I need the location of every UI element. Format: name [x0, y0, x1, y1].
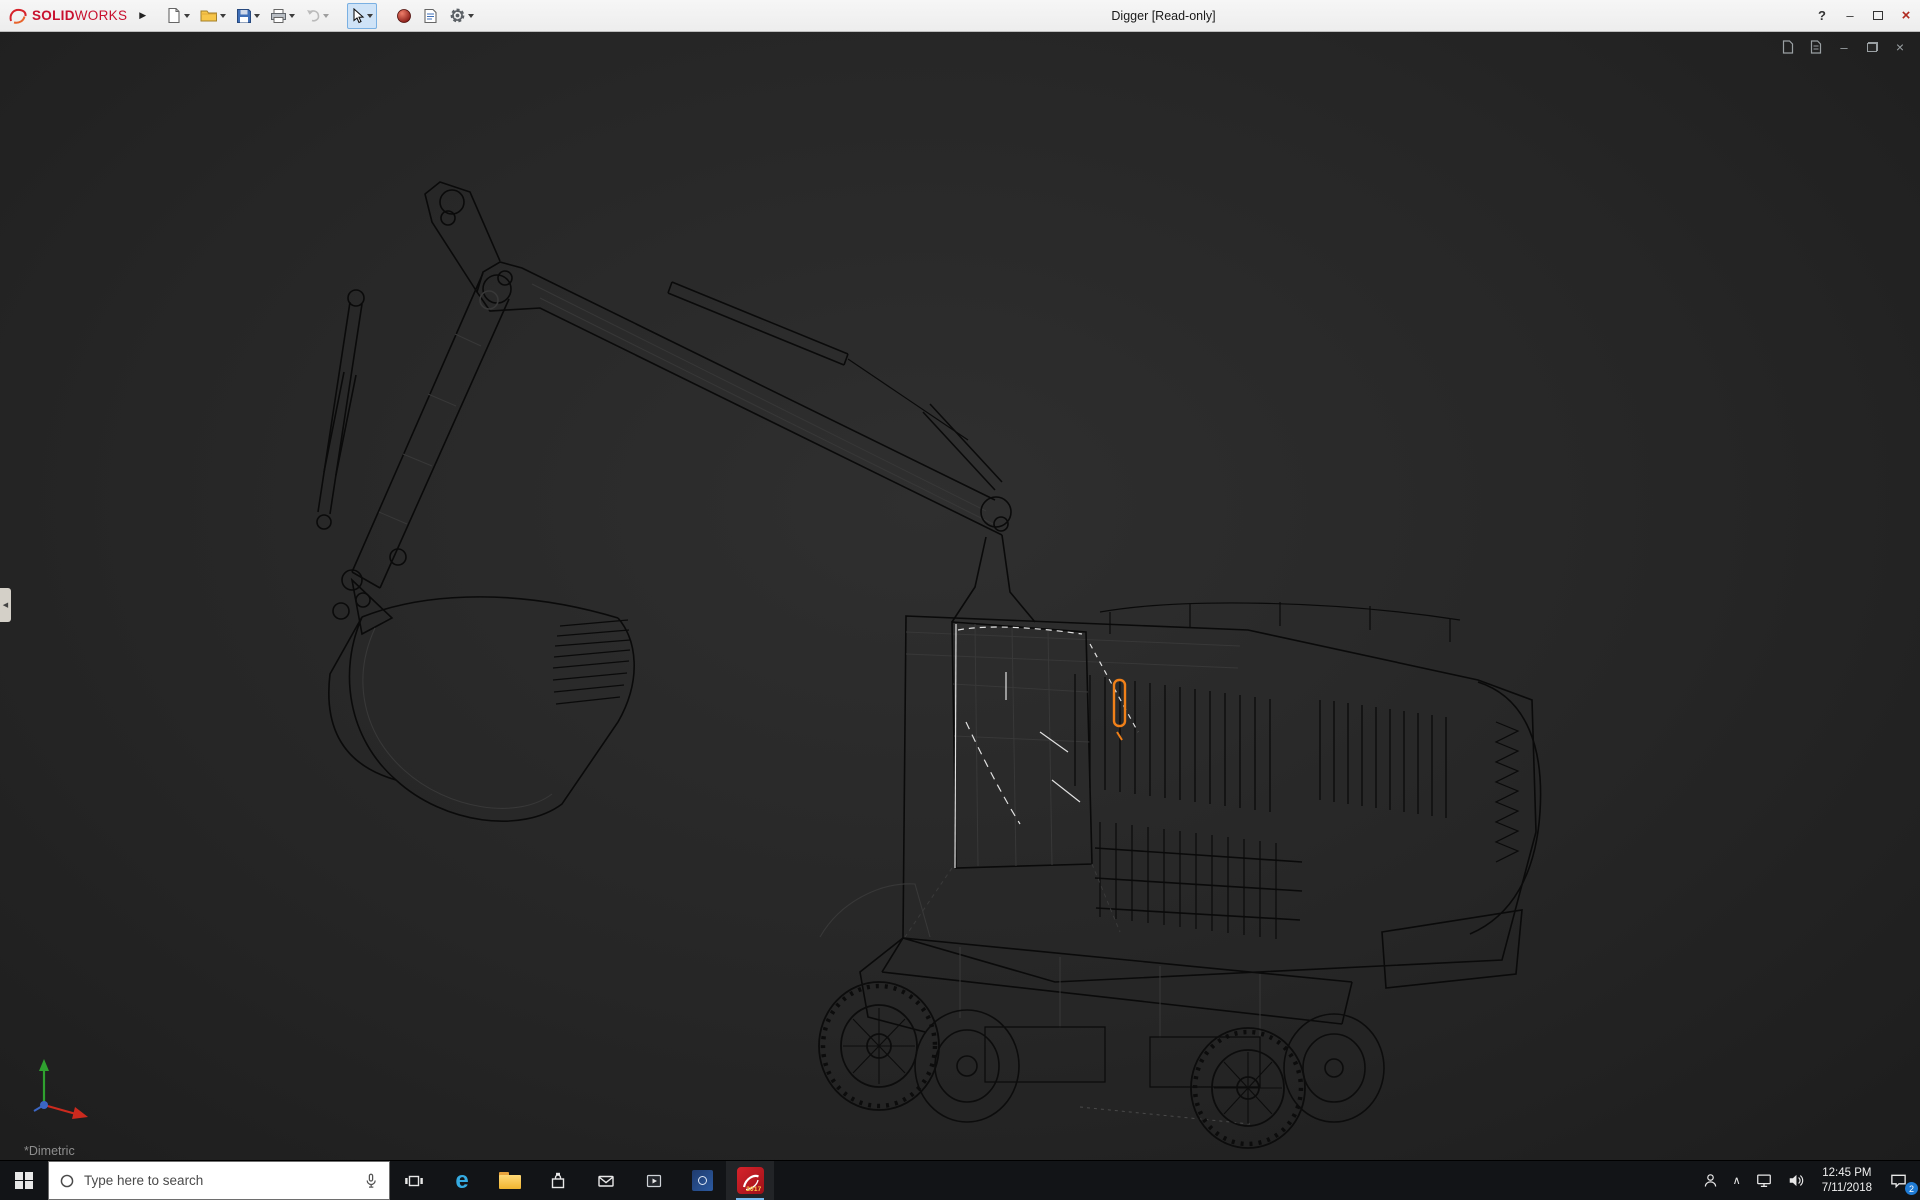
dropdown-arrow-icon[interactable]: [468, 14, 474, 18]
start-button[interactable]: [0, 1161, 48, 1200]
app-name-solid: SOLID: [32, 8, 75, 23]
taskbar-app-mail[interactable]: [582, 1161, 630, 1200]
volume-button[interactable]: [1780, 1161, 1812, 1200]
rebuild-button[interactable]: [391, 3, 416, 29]
task-view-icon: [404, 1171, 424, 1191]
app-name: SOLIDWORKS: [32, 8, 127, 23]
edge-icon: e: [455, 1169, 468, 1193]
options-button[interactable]: [445, 3, 478, 29]
solidworks-year-label: 2017: [746, 1186, 761, 1193]
undo-icon: [305, 8, 321, 23]
file-properties-button[interactable]: [418, 3, 443, 29]
maximize-button[interactable]: [1864, 0, 1892, 31]
save-button[interactable]: [232, 3, 264, 29]
doc-close-button[interactable]: ×: [1890, 38, 1910, 56]
ds-logo-icon: [8, 7, 28, 25]
new-document-icon: [166, 7, 182, 24]
wireframe-excavator-model: [0, 32, 1920, 1160]
taskbar-clock[interactable]: 12:45 PM 7/11/2018: [1812, 1161, 1882, 1200]
file-properties-icon: [423, 8, 438, 24]
file-explorer-icon: [499, 1172, 521, 1189]
undo-button[interactable]: [301, 3, 333, 29]
taskbar-app-solidworks[interactable]: 2017: [726, 1161, 774, 1200]
volume-icon: [1787, 1172, 1805, 1189]
store-bag-icon: [548, 1171, 568, 1191]
save-icon: [236, 8, 252, 24]
titlebar-controls: ? – ×: [1808, 0, 1920, 31]
dropdown-arrow-icon[interactable]: [367, 14, 373, 18]
new-document-button[interactable]: [162, 3, 194, 29]
doc-restore-button[interactable]: [1862, 38, 1882, 56]
print-icon: [270, 8, 287, 24]
hidden-icons-button[interactable]: ∧: [1726, 1161, 1748, 1200]
select-cursor-icon: [351, 8, 365, 24]
taskbar: e: [0, 1160, 1920, 1200]
bucket-group: [329, 597, 634, 821]
task-view-button[interactable]: [390, 1161, 438, 1200]
movies-tv-icon: [644, 1171, 664, 1191]
graphics-viewport[interactable]: – × ◀ *Dimetric: [0, 32, 1920, 1160]
clock-time: 12:45 PM: [1822, 1166, 1871, 1181]
network-icon: [1755, 1172, 1773, 1189]
panel-collapse-tab[interactable]: ◀: [0, 588, 11, 622]
cortana-icon: [58, 1172, 76, 1190]
taskbar-app-movies-tv[interactable]: [630, 1161, 678, 1200]
body-group: [903, 602, 1541, 988]
rebuild-icon: [396, 8, 412, 24]
options-gear-icon: [449, 7, 466, 24]
document-title: Digger [Read-only]: [1111, 9, 1215, 23]
clock-date: 7/11/2018: [1822, 1181, 1872, 1196]
people-button[interactable]: [1695, 1161, 1726, 1200]
highlighted-edges: [955, 624, 1138, 868]
document-window-controls: – ×: [1778, 38, 1910, 56]
network-button[interactable]: [1748, 1161, 1780, 1200]
standard-toolbar: [162, 3, 478, 29]
close-icon: ×: [1902, 7, 1911, 24]
doc-minimize-button[interactable]: –: [1834, 38, 1854, 56]
doc-page-icon-2[interactable]: [1806, 38, 1826, 56]
taskbar-app-photos[interactable]: [678, 1161, 726, 1200]
boom-group: [425, 182, 1035, 622]
wheels-group: [819, 982, 1384, 1148]
open-button[interactable]: [196, 3, 230, 29]
search-input[interactable]: [84, 1173, 354, 1188]
taskbar-app-edge[interactable]: e: [438, 1161, 486, 1200]
close-button[interactable]: ×: [1892, 0, 1920, 31]
menu-flyout-arrow[interactable]: ▶: [133, 10, 152, 21]
system-tray: ∧ 12:45 PM 7/11/2018: [1695, 1161, 1920, 1200]
dropdown-arrow-icon[interactable]: [184, 14, 190, 18]
maximize-icon: [1873, 11, 1883, 20]
help-button[interactable]: ?: [1808, 0, 1836, 31]
dropdown-arrow-icon[interactable]: [220, 14, 226, 18]
taskbar-app-store[interactable]: [534, 1161, 582, 1200]
app-logo: SOLIDWORKS: [0, 7, 133, 25]
print-button[interactable]: [266, 3, 299, 29]
taskbar-search[interactable]: [48, 1161, 390, 1200]
action-center-button[interactable]: 2: [1882, 1161, 1920, 1200]
windows-logo-icon: [15, 1172, 33, 1190]
dropdown-arrow-icon[interactable]: [323, 14, 329, 18]
mail-envelope-icon: [596, 1171, 616, 1191]
dropdown-arrow-icon[interactable]: [254, 14, 260, 18]
select-button[interactable]: [347, 3, 377, 29]
stick-group: [317, 273, 509, 634]
app-name-works: WORKS: [75, 8, 128, 23]
minimize-button[interactable]: –: [1836, 0, 1864, 31]
taskbar-app-file-explorer[interactable]: [486, 1161, 534, 1200]
microphone-icon[interactable]: [362, 1172, 380, 1190]
open-folder-icon: [200, 8, 218, 23]
people-icon: [1702, 1172, 1719, 1189]
dropdown-arrow-icon[interactable]: [289, 14, 295, 18]
orientation-triad-icon: [22, 1053, 98, 1130]
view-orientation-label: *Dimetric: [24, 1144, 75, 1158]
doc-restore-icon: [1867, 42, 1878, 52]
desktop: SOLIDWORKS ▶: [0, 0, 1920, 1200]
titlebar: SOLIDWORKS ▶: [0, 0, 1920, 32]
solidworks-2017-icon: 2017: [737, 1167, 764, 1194]
notification-badge: 2: [1905, 1182, 1918, 1195]
doc-page-icon[interactable]: [1778, 38, 1798, 56]
photos-icon: [692, 1170, 713, 1191]
chevron-up-icon: ∧: [1733, 1174, 1741, 1187]
